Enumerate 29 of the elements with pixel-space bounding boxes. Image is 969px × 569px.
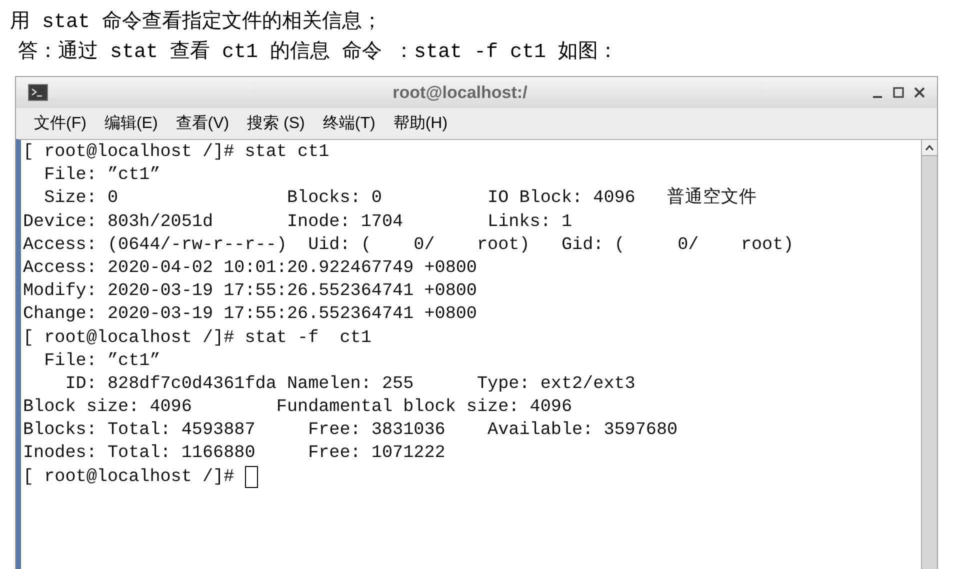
menu-item[interactable]: 终端(T) <box>322 112 376 136</box>
terminal-line: [ root@localhost /]# <box>23 466 236 489</box>
close-icon[interactable] <box>914 87 925 98</box>
terminal-line: [ root@localhost /]# stat ct1 <box>23 141 330 164</box>
terminal-line: Device: 803h/2051d Inode: 1704 Links: 1 <box>23 210 572 234</box>
terminal-line: Change: 2020-03-19 17:55:26.552364741 +0800 <box>23 303 477 326</box>
maximize-icon[interactable] <box>893 87 904 98</box>
terminal-line: File: ”ct1” <box>43 164 160 188</box>
scroll-up-icon[interactable] <box>922 140 937 156</box>
terminal-line: Size: 0 Blocks: 0 IO Block: 4096 普通空文件 <box>43 187 758 210</box>
terminal-line: Modify: 2020-03-19 17:55:26.552364741 +0800 <box>23 280 477 304</box>
terminal-line: Block size: 4096 Fundamental block size: 4096 <box>23 396 572 420</box>
terminal-line: [ root@localhost /]# stat -f ct1 <box>23 326 372 350</box>
scrollbar[interactable] <box>921 140 937 569</box>
terminal-line: Access: 2020-04-02 10:01:20.922467749 +0800 <box>23 256 477 280</box>
menu-item[interactable]: 编辑(E) <box>104 112 158 136</box>
menu-item[interactable]: 文件(F) <box>34 112 86 136</box>
paragraph: 答：通过 stat 查看 ct1 的信息 命令 ：stat -f ct1 如图： <box>17 40 618 66</box>
menu-item[interactable]: 查看(V) <box>176 112 230 136</box>
window-title: root@localhost:/ <box>392 82 528 104</box>
terminal-line: File: ”ct1” <box>43 350 160 373</box>
paragraph: 用 stat 命令查看指定文件的相关信息； <box>10 9 382 36</box>
menu-item[interactable]: 搜索 (S) <box>247 112 305 136</box>
terminal-line: Access: (0644/-rw-r--r--) Uid: ( 0/ root) Gid: ( 0/ root) <box>23 234 794 257</box>
terminal-line: Blocks: Total: 4593887 Free: 3831036 Available: 3597680 <box>23 419 678 442</box>
menu-item[interactable]: 帮助(H) <box>393 112 448 136</box>
terminal-icon <box>28 84 48 101</box>
terminal-line: Inodes: Total: 1166880 Free: 1071222 <box>23 442 446 466</box>
terminal-line: ID: 828df7c0d4361fda Namelen: 255 Type: ext2/ext3 <box>64 372 636 396</box>
